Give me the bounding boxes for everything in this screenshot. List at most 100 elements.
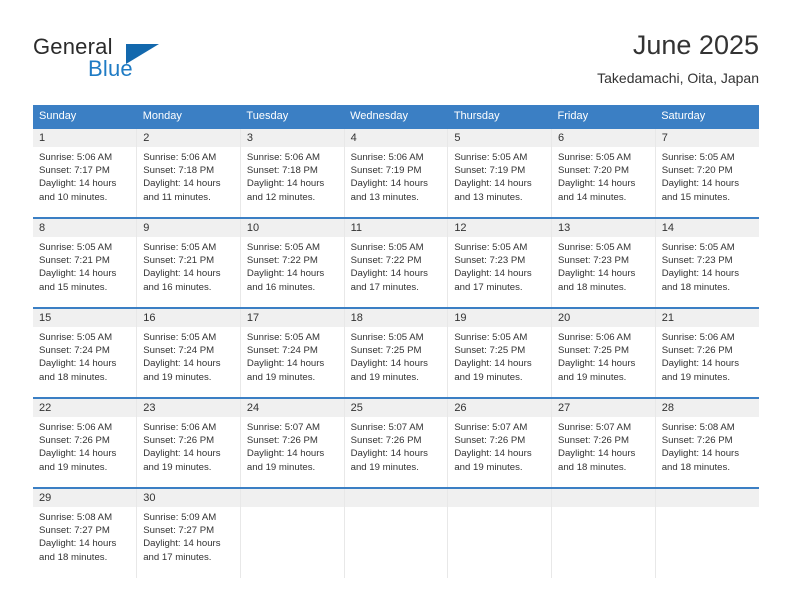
- day-event-line: Daylight: 14 hours: [143, 538, 221, 550]
- calendar-day-cell[interactable]: 17 Sunrise: 5:05 AM Sunset: 7:24 PM Dayligh…: [240, 307, 345, 398]
- calendar-day-cell[interactable]: 10 Sunrise: 5:05 AM Sunset: 7:22 PM Dayligh…: [240, 217, 345, 308]
- day-event-line: Sunrise: 5:07 AM: [454, 422, 528, 433]
- day-event-line: Sunset: 7:26 PM: [143, 435, 215, 447]
- day-number: [344, 489, 448, 507]
- day-event-line: Daylight: 14 hours: [558, 358, 636, 370]
- calendar-day-cell[interactable]: 20 Sunrise: 5:06 AM Sunset: 7:25 PM Dayligh…: [551, 307, 656, 398]
- day-number: 12: [448, 219, 552, 237]
- day-event-line: Sunset: 7:19 PM: [454, 165, 526, 177]
- day-event-line: Sunset: 7:26 PM: [39, 435, 110, 447]
- general-blue-logo[interactable]: General Blue: [33, 34, 263, 94]
- calendar-day-cell-empty: [551, 487, 656, 578]
- day-event-line: Daylight: 14 hours: [454, 358, 532, 370]
- day-event-line: Sunset: 7:23 PM: [558, 255, 629, 267]
- day-events: Sunrise: 5:05 AM Sunset: 7:24 PM Daylight:…: [137, 327, 240, 384]
- day-event-line: and 15 minutes.: [39, 281, 108, 293]
- day-event-line: and 17 minutes.: [143, 551, 212, 563]
- calendar-day-cell[interactable]: 30 Sunrise: 5:09 AM Sunset: 7:27 PM Dayligh…: [136, 487, 241, 578]
- day-events: Sunrise: 5:05 AM Sunset: 7:24 PM Daylight:…: [33, 327, 136, 384]
- day-event-line: and 19 minutes.: [246, 371, 316, 383]
- day-event-line: and 18 minutes.: [661, 281, 730, 293]
- calendar-day-cell[interactable]: 23 Sunrise: 5:06 AM Sunset: 7:26 PM Dayligh…: [136, 397, 241, 488]
- calendar-day-cell[interactable]: 15 Sunrise: 5:05 AM Sunset: 7:24 PM Dayligh…: [33, 307, 138, 398]
- day-event-line: Sunset: 7:25 PM: [454, 345, 526, 357]
- day-event-line: Sunset: 7:24 PM: [39, 345, 110, 357]
- day-number: 25: [344, 399, 448, 417]
- day-event-line: Daylight: 14 hours: [39, 358, 117, 370]
- calendar-day-cell[interactable]: 28 Sunrise: 5:08 AM Sunset: 7:26 PM Dayligh…: [655, 397, 759, 488]
- day-event-line: and 19 minutes.: [558, 371, 627, 383]
- day-event-line: Daylight: 14 hours: [143, 448, 221, 460]
- day-event-line: and 17 minutes.: [350, 281, 419, 293]
- calendar-day-cell[interactable]: 22 Sunrise: 5:06 AM Sunset: 7:26 PM Dayligh…: [33, 397, 138, 488]
- day-event-line: Sunrise: 5:07 AM: [558, 422, 632, 433]
- calendar-day-cell[interactable]: 8 Sunrise: 5:05 AM Sunset: 7:21 PM Daylight…: [33, 217, 138, 308]
- day-number: 22: [33, 399, 137, 417]
- day-events: Sunrise: 5:07 AM Sunset: 7:26 PM Daylight:…: [241, 417, 344, 474]
- day-event-line: Sunrise: 5:06 AM: [558, 332, 632, 343]
- calendar-day-cell[interactable]: 19 Sunrise: 5:05 AM Sunset: 7:25 PM Dayligh…: [447, 307, 553, 398]
- weekday-header-thursday: Thursday: [447, 105, 552, 128]
- calendar-day-cell[interactable]: 12 Sunrise: 5:05 AM Sunset: 7:23 PM Dayligh…: [447, 217, 553, 308]
- calendar-day-cell[interactable]: 11 Sunrise: 5:05 AM Sunset: 7:22 PM Dayligh…: [344, 217, 449, 308]
- day-event-line: Daylight: 14 hours: [39, 538, 117, 550]
- calendar-day-cell[interactable]: 6 Sunrise: 5:05 AM Sunset: 7:20 PM Daylight…: [551, 127, 656, 218]
- day-events: Sunrise: 5:07 AM Sunset: 7:26 PM Daylight:…: [345, 417, 448, 474]
- calendar-day-cell[interactable]: 5 Sunrise: 5:05 AM Sunset: 7:19 PM Daylight…: [447, 127, 553, 218]
- day-event-line: Sunrise: 5:05 AM: [39, 332, 113, 343]
- day-events: Sunrise: 5:05 AM Sunset: 7:23 PM Daylight:…: [448, 237, 551, 294]
- day-event-line: and 10 minutes.: [39, 191, 108, 203]
- calendar-day-cell[interactable]: 1 Sunrise: 5:06 AM Sunset: 7:17 PM Daylight…: [33, 127, 138, 218]
- calendar-day-cell[interactable]: 3 Sunrise: 5:06 AM Sunset: 7:18 PM Daylight…: [240, 127, 345, 218]
- day-event-line: Daylight: 14 hours: [350, 268, 428, 280]
- day-event-line: and 19 minutes.: [143, 371, 212, 383]
- calendar-page: General Blue June 2025 Takedamachi, Oita…: [0, 0, 792, 612]
- calendar-day-cell[interactable]: 14 Sunrise: 5:05 AM Sunset: 7:23 PM Dayligh…: [655, 217, 759, 308]
- day-event-line: and 18 minutes.: [661, 461, 730, 473]
- day-event-line: Sunrise: 5:05 AM: [661, 242, 735, 253]
- day-event-line: Sunset: 7:23 PM: [661, 255, 733, 267]
- day-number: 1: [33, 129, 137, 147]
- day-number: 13: [552, 219, 655, 237]
- calendar-day-cell[interactable]: 9 Sunrise: 5:05 AM Sunset: 7:21 PM Daylight…: [136, 217, 241, 308]
- day-event-line: Daylight: 14 hours: [39, 268, 117, 280]
- calendar-day-cell[interactable]: 7 Sunrise: 5:05 AM Sunset: 7:20 PM Daylight…: [655, 127, 759, 218]
- day-number: 18: [344, 309, 448, 327]
- calendar-day-cell[interactable]: 4 Sunrise: 5:06 AM Sunset: 7:19 PM Daylight…: [344, 127, 449, 218]
- day-event-line: Sunset: 7:24 PM: [143, 345, 215, 357]
- day-event-line: Daylight: 14 hours: [454, 178, 532, 190]
- day-events: Sunrise: 5:07 AM Sunset: 7:26 PM Daylight:…: [448, 417, 551, 474]
- day-event-line: and 19 minutes.: [454, 371, 523, 383]
- day-event-line: and 16 minutes.: [143, 281, 212, 293]
- day-event-line: Sunset: 7:22 PM: [246, 255, 318, 267]
- day-event-line: Sunset: 7:24 PM: [246, 345, 318, 357]
- calendar-day-cell[interactable]: 13 Sunrise: 5:05 AM Sunset: 7:23 PM Dayligh…: [551, 217, 656, 308]
- day-event-line: Sunset: 7:25 PM: [558, 345, 629, 357]
- day-events: Sunrise: 5:05 AM Sunset: 7:21 PM Daylight:…: [33, 237, 136, 294]
- day-event-line: Sunset: 7:17 PM: [39, 165, 110, 177]
- calendar-day-cell[interactable]: 21 Sunrise: 5:06 AM Sunset: 7:26 PM Dayligh…: [655, 307, 759, 398]
- day-event-line: Sunrise: 5:06 AM: [350, 152, 424, 163]
- calendar-day-cell[interactable]: 26 Sunrise: 5:07 AM Sunset: 7:26 PM Dayligh…: [447, 397, 553, 488]
- calendar-day-cell[interactable]: 18 Sunrise: 5:05 AM Sunset: 7:25 PM Dayligh…: [344, 307, 449, 398]
- day-event-line: Sunrise: 5:06 AM: [246, 152, 320, 163]
- weekday-header-monday: Monday: [136, 105, 241, 128]
- day-event-line: Sunset: 7:21 PM: [39, 255, 110, 267]
- calendar-day-cell[interactable]: 25 Sunrise: 5:07 AM Sunset: 7:26 PM Dayligh…: [344, 397, 449, 488]
- day-event-line: Sunset: 7:22 PM: [350, 255, 422, 267]
- calendar-day-cell[interactable]: 24 Sunrise: 5:07 AM Sunset: 7:26 PM Dayligh…: [240, 397, 345, 488]
- day-event-line: Daylight: 14 hours: [661, 358, 740, 370]
- day-number: 9: [137, 219, 240, 237]
- calendar-day-cell[interactable]: 16 Sunrise: 5:05 AM Sunset: 7:24 PM Dayligh…: [136, 307, 241, 398]
- calendar-day-cell[interactable]: 27 Sunrise: 5:07 AM Sunset: 7:26 PM Dayligh…: [551, 397, 656, 488]
- title-block: June 2025 Takedamachi, Oita, Japan: [597, 28, 759, 89]
- day-event-line: and 19 minutes.: [246, 461, 316, 473]
- calendar-day-cell[interactable]: 2 Sunrise: 5:06 AM Sunset: 7:18 PM Daylight…: [136, 127, 241, 218]
- day-number: 6: [552, 129, 655, 147]
- day-event-line: and 11 minutes.: [143, 191, 211, 203]
- day-event-line: Daylight: 14 hours: [661, 178, 740, 190]
- calendar-day-cell-empty: [344, 487, 449, 578]
- calendar-day-cell-empty: [447, 487, 553, 578]
- calendar-day-cell[interactable]: 29 Sunrise: 5:08 AM Sunset: 7:27 PM Dayligh…: [33, 487, 138, 578]
- day-event-line: Sunset: 7:26 PM: [350, 435, 422, 447]
